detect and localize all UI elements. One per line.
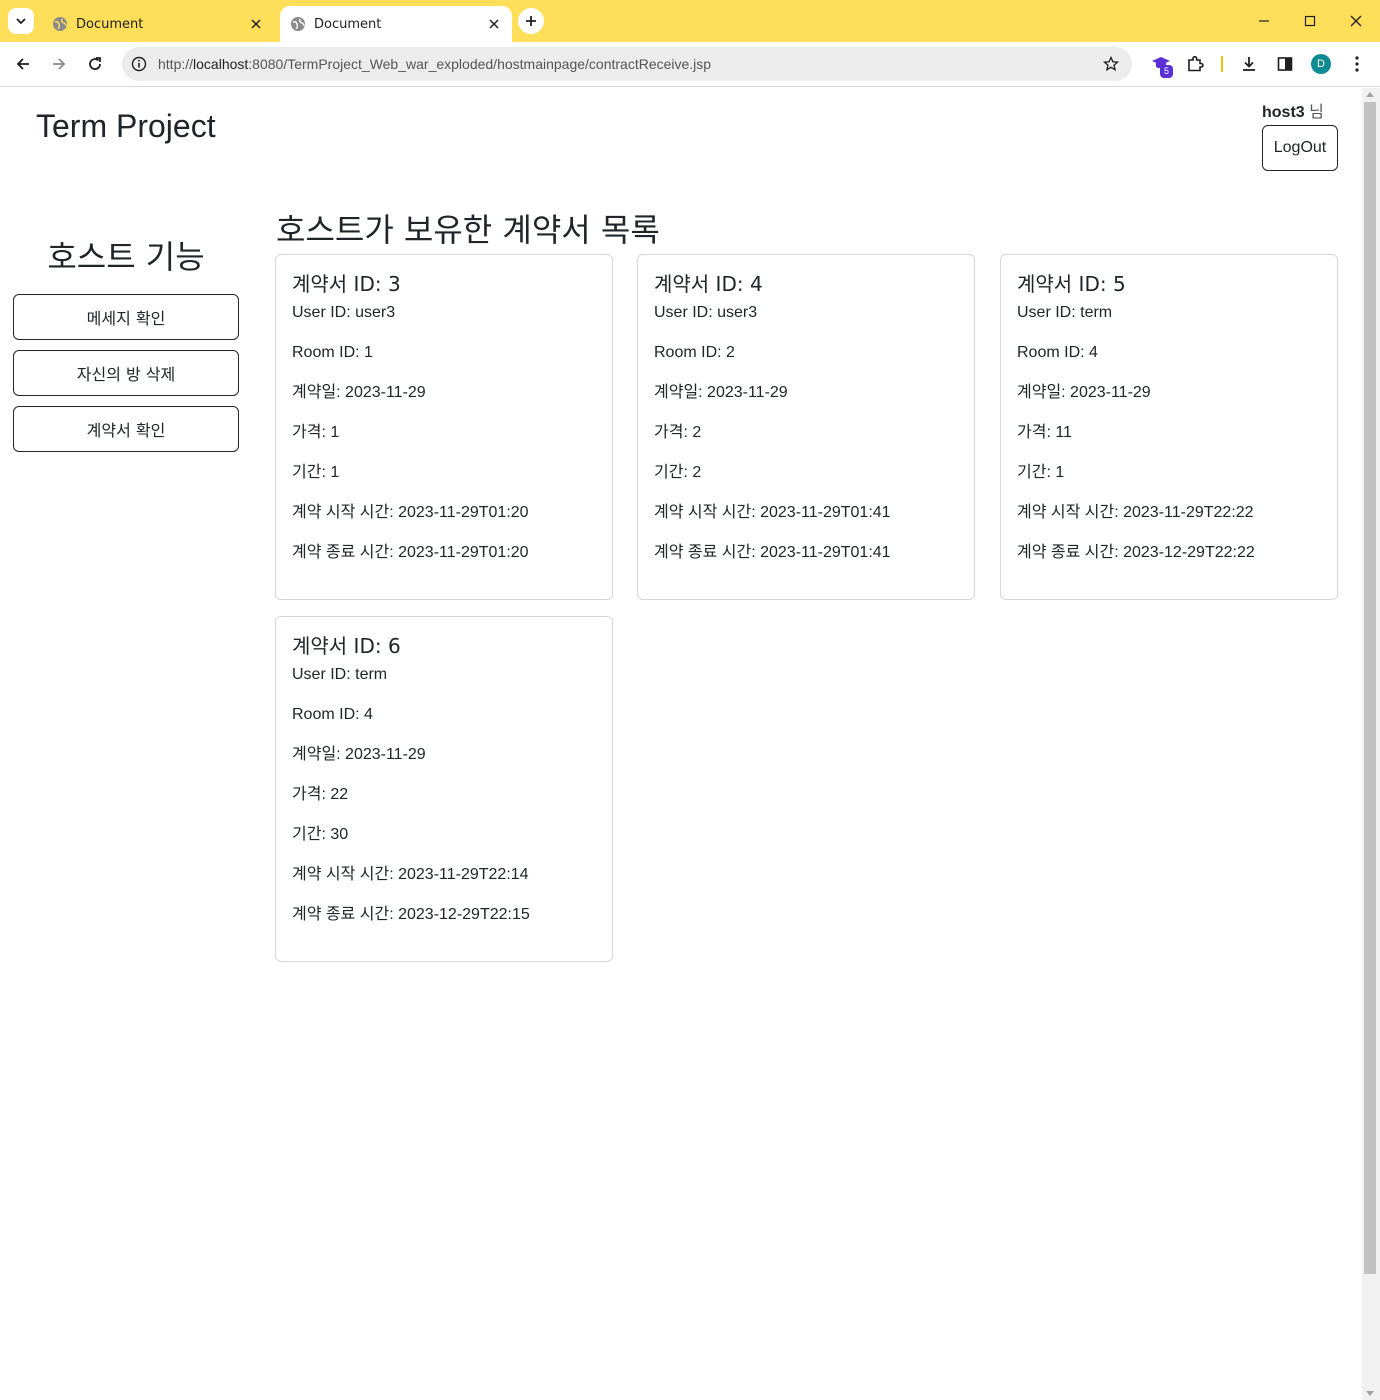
contract-date: 계약일: 2023-11-29 <box>654 384 788 401</box>
contract-date: 계약일: 2023-11-29 <box>292 384 426 401</box>
contract-title: 계약서 ID: 4 <box>654 272 763 296</box>
maximize-button[interactable] <box>1287 6 1333 36</box>
close-icon[interactable] <box>248 16 264 32</box>
minimize-icon <box>1259 20 1269 22</box>
site-title: Term Project <box>36 108 216 144</box>
arrow-right-icon <box>53 58 66 70</box>
browser-tab-2[interactable]: Document <box>280 6 512 42</box>
contract-start: 계약 시작 시간: 2023-11-29T22:14 <box>292 866 529 883</box>
contract-price: 가격: 2 <box>654 424 702 441</box>
delete-room-button[interactable]: 자신의 방 삭제 <box>13 350 239 396</box>
maximize-icon <box>1304 15 1316 27</box>
page-viewport: Term Project host3 님 LogOut 호스트 기능 메세지 확… <box>0 88 1362 1400</box>
new-tab-button[interactable] <box>518 8 544 34</box>
extensions-puzzle-icon[interactable] <box>1184 53 1206 75</box>
contract-card: 계약서 ID: 6 User ID: term Room ID: 4 계약일: … <box>275 616 613 962</box>
forward-button[interactable] <box>45 50 73 78</box>
window-close-button[interactable] <box>1333 6 1379 36</box>
contract-room: Room ID: 2 <box>654 344 735 361</box>
contract-card: 계약서 ID: 4 User ID: user3 Room ID: 2 계약일:… <box>637 254 975 600</box>
url-text: http://localhost:8080/TermProject_Web_wa… <box>158 56 712 72</box>
scroll-up-icon[interactable] <box>1366 92 1374 97</box>
contract-card: 계약서 ID: 3 User ID: user3 Room ID: 1 계약일:… <box>275 254 613 600</box>
close-icon <box>1350 15 1362 27</box>
vertical-scrollbar[interactable] <box>1362 88 1380 1400</box>
sidebar-heading: 호스트 기능 <box>47 238 205 276</box>
contract-price: 가격: 11 <box>1017 424 1072 441</box>
info-icon[interactable] <box>130 55 148 73</box>
contract-end: 계약 종료 시간: 2023-11-29T01:20 <box>292 544 529 561</box>
globe-icon <box>290 16 306 32</box>
contract-period: 기간: 1 <box>1017 464 1065 481</box>
contract-room: Room ID: 4 <box>1017 344 1098 361</box>
side-panel-icon[interactable] <box>1274 53 1296 75</box>
contract-end: 계약 종료 시간: 2023-12-29T22:22 <box>1017 544 1255 561</box>
extension-badge: 5 <box>1160 65 1173 78</box>
contract-user: User ID: user3 <box>654 304 758 321</box>
reload-icon <box>89 57 101 70</box>
contract-end: 계약 종료 시간: 2023-12-29T22:15 <box>292 906 530 923</box>
contract-title: 계약서 ID: 6 <box>292 634 401 658</box>
browser-toolbar: http://localhost:8080/TermProject_Web_wa… <box>0 42 1380 87</box>
minimize-button[interactable] <box>1241 6 1287 36</box>
globe-icon <box>52 16 68 32</box>
contract-check-button[interactable]: 계약서 확인 <box>13 406 239 452</box>
scroll-down-icon[interactable] <box>1366 1391 1374 1396</box>
contract-period: 기간: 1 <box>292 464 340 481</box>
browser-tab-bar: Document Document <box>0 0 1380 42</box>
profile-avatar[interactable]: D <box>1311 54 1331 74</box>
contract-card: 계약서 ID: 5 User ID: term Room ID: 4 계약일: … <box>1000 254 1338 600</box>
contract-room: Room ID: 1 <box>292 344 373 361</box>
chevron-down-icon <box>16 18 26 25</box>
browser-tab-1[interactable]: Document <box>42 6 274 42</box>
contract-user: User ID: term <box>1017 304 1113 321</box>
contract-date: 계약일: 2023-11-29 <box>1017 384 1151 401</box>
contract-price: 가격: 22 <box>292 786 349 803</box>
more-vertical-icon[interactable] <box>1346 53 1368 75</box>
contract-start: 계약 시작 시간: 2023-11-29T01:41 <box>654 504 891 521</box>
bookmark-star-icon[interactable] <box>1102 55 1120 73</box>
contract-room: Room ID: 4 <box>292 706 373 723</box>
contract-start: 계약 시작 시간: 2023-11-29T22:22 <box>1017 504 1254 521</box>
tab-title: Document <box>314 16 382 32</box>
contract-period: 기간: 2 <box>654 464 702 481</box>
contract-start: 계약 시작 시간: 2023-11-29T01:20 <box>292 504 529 521</box>
page-title: 호스트가 보유한 계약서 목록 <box>276 211 660 249</box>
plus-icon <box>526 16 536 26</box>
scrollbar-thumb[interactable] <box>1364 102 1376 1274</box>
contract-user: User ID: user3 <box>292 304 396 321</box>
address-bar[interactable]: http://localhost:8080/TermProject_Web_wa… <box>122 47 1132 81</box>
close-icon[interactable] <box>486 16 502 32</box>
toolbar-divider <box>1221 56 1223 72</box>
contract-period: 기간: 30 <box>292 826 349 843</box>
username: host3 <box>1262 104 1305 121</box>
arrow-left-icon <box>16 58 29 70</box>
tab-title: Document <box>76 16 144 32</box>
reload-button[interactable] <box>81 50 109 78</box>
contract-end: 계약 종료 시간: 2023-11-29T01:41 <box>654 544 891 561</box>
logout-button[interactable]: LogOut <box>1262 125 1338 171</box>
user-greeting: host3 님 <box>1262 104 1324 121</box>
contract-title: 계약서 ID: 3 <box>292 272 401 296</box>
message-check-button[interactable]: 메세지 확인 <box>13 294 239 340</box>
contract-price: 가격: 1 <box>292 424 340 441</box>
download-icon[interactable] <box>1238 53 1260 75</box>
contract-date: 계약일: 2023-11-29 <box>292 746 426 763</box>
back-button[interactable] <box>9 50 37 78</box>
contract-user: User ID: term <box>292 666 388 683</box>
tab-search-button[interactable] <box>8 8 34 34</box>
contract-title: 계약서 ID: 5 <box>1017 272 1126 296</box>
